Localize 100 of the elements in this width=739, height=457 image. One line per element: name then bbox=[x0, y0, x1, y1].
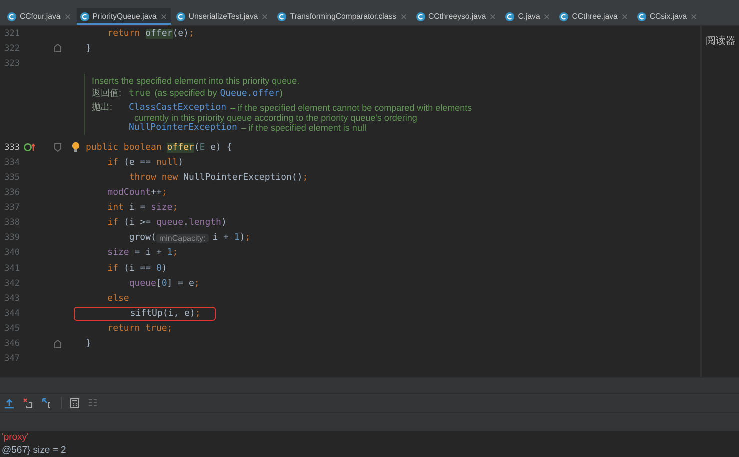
doc-link[interactable]: ClassCastException bbox=[129, 103, 227, 114]
doc-link[interactable]: Queue.offer bbox=[220, 89, 280, 100]
code-token: ] = e bbox=[167, 278, 194, 289]
doc-text: – if the specified element is null bbox=[241, 123, 366, 134]
code-token: ( bbox=[194, 142, 200, 153]
class-icon bbox=[559, 12, 570, 22]
class-icon bbox=[277, 12, 288, 22]
class-icon bbox=[80, 12, 90, 22]
code-token: int bbox=[106, 203, 125, 214]
doc-summary: Inserts the specified element into this priority queue. bbox=[92, 76, 301, 86]
code-token: size bbox=[106, 248, 130, 258]
code-token: ) bbox=[221, 218, 227, 228]
class-icon bbox=[416, 12, 426, 22]
code-token: . bbox=[184, 218, 189, 228]
code-token: return bbox=[106, 28, 142, 39]
side-panel-title[interactable]: 阅读器 bbox=[706, 36, 736, 47]
variable-value: @567} size = 2 bbox=[2, 445, 66, 456]
close-icon[interactable] bbox=[261, 12, 270, 20]
line-number: 347 bbox=[4, 354, 20, 364]
class-icon bbox=[636, 12, 647, 22]
code-token: 0 bbox=[156, 264, 162, 274]
line-number: 322 bbox=[4, 44, 20, 54]
close-icon[interactable] bbox=[64, 12, 72, 20]
code-token: [ bbox=[156, 278, 162, 289]
code-token: length bbox=[188, 218, 222, 228]
code-token: offer bbox=[146, 28, 173, 39]
code-token: queue bbox=[156, 218, 184, 228]
line-number: 333 bbox=[4, 142, 20, 153]
doc-label: 抛出: bbox=[92, 101, 114, 114]
code-token: offer bbox=[167, 142, 194, 153]
line-number: 340 bbox=[4, 248, 20, 258]
code-token: E bbox=[200, 142, 206, 153]
code-token: if bbox=[106, 264, 120, 274]
line-number: 346 bbox=[4, 339, 20, 350]
code-token: if bbox=[106, 158, 120, 168]
code-token: ; bbox=[162, 188, 168, 198]
class-icon bbox=[505, 12, 516, 22]
doc-text: ) bbox=[280, 88, 283, 98]
code-token: public boolean bbox=[86, 142, 163, 153]
variable-value: 'proxy' bbox=[2, 432, 29, 443]
cursor-arrow-icon[interactable] bbox=[42, 398, 53, 408]
code-token: i = bbox=[129, 203, 147, 214]
class-icon bbox=[176, 12, 186, 22]
line-number: 342 bbox=[4, 278, 20, 289]
doc-label: 返回值: bbox=[92, 87, 123, 100]
code-token: ; bbox=[302, 173, 308, 184]
code-token: else bbox=[106, 294, 130, 304]
code-token: (i >= bbox=[124, 218, 152, 228]
line-number: 321 bbox=[4, 28, 20, 39]
close-icon[interactable] bbox=[690, 12, 698, 20]
line-number: 334 bbox=[4, 158, 20, 168]
code-token: ++ bbox=[151, 188, 162, 198]
code-token: ) bbox=[162, 264, 168, 274]
code-token: ; bbox=[245, 233, 251, 244]
doc-text: – if the specified element cannot be compared with elements bbox=[230, 103, 472, 114]
line-number: 337 bbox=[4, 203, 20, 214]
code-token: grow( bbox=[128, 233, 156, 244]
code-token: ; bbox=[172, 248, 178, 258]
remove-breakpoint-icon[interactable] bbox=[23, 398, 34, 408]
code-token: (e == bbox=[124, 158, 152, 168]
fold-icon[interactable] bbox=[54, 44, 62, 54]
code-token: ; bbox=[167, 324, 173, 334]
code-token: } bbox=[86, 44, 92, 54]
code-token: i + bbox=[212, 233, 230, 244]
list-icon[interactable] bbox=[88, 398, 98, 408]
line-number: 344 bbox=[4, 308, 20, 319]
code-token: ; bbox=[194, 278, 200, 289]
line-number: 338 bbox=[4, 218, 20, 228]
calculator-icon[interactable] bbox=[70, 398, 80, 408]
doc-link[interactable]: NullPointerException bbox=[129, 123, 238, 134]
class-icon bbox=[7, 12, 17, 22]
parameter-hint: minCapacity: bbox=[156, 234, 209, 243]
line-number: 335 bbox=[4, 173, 20, 184]
close-icon[interactable] bbox=[160, 12, 168, 20]
code-token: size bbox=[151, 203, 173, 214]
close-icon[interactable] bbox=[620, 12, 629, 20]
close-icon[interactable] bbox=[489, 12, 498, 20]
doc-code: true bbox=[129, 89, 151, 100]
close-icon[interactable] bbox=[543, 12, 552, 20]
code-token: ; bbox=[172, 203, 178, 214]
doc-text: (as specified by bbox=[154, 88, 218, 98]
code-token: null bbox=[156, 158, 178, 168]
line-number: 339 bbox=[4, 233, 20, 244]
line-number: 341 bbox=[4, 264, 20, 274]
fold-icon[interactable] bbox=[54, 340, 62, 349]
line-number: 343 bbox=[4, 294, 20, 304]
override-icon bbox=[24, 143, 36, 152]
line-number: 323 bbox=[4, 58, 20, 69]
code-token: } bbox=[86, 339, 92, 350]
fold-icon[interactable] bbox=[54, 143, 62, 152]
code-token: siftUp(i, e) bbox=[129, 308, 196, 319]
upload-arrow-icon[interactable] bbox=[4, 398, 15, 408]
code-token: ) bbox=[240, 233, 246, 244]
code-token: if bbox=[106, 218, 120, 228]
lightbulb-icon[interactable] bbox=[72, 142, 80, 154]
code-token: 0 bbox=[162, 278, 168, 289]
code-token: 1 bbox=[234, 233, 240, 244]
line-number: 345 bbox=[4, 324, 20, 334]
code-token: ; bbox=[188, 28, 194, 39]
close-icon[interactable] bbox=[400, 12, 408, 20]
